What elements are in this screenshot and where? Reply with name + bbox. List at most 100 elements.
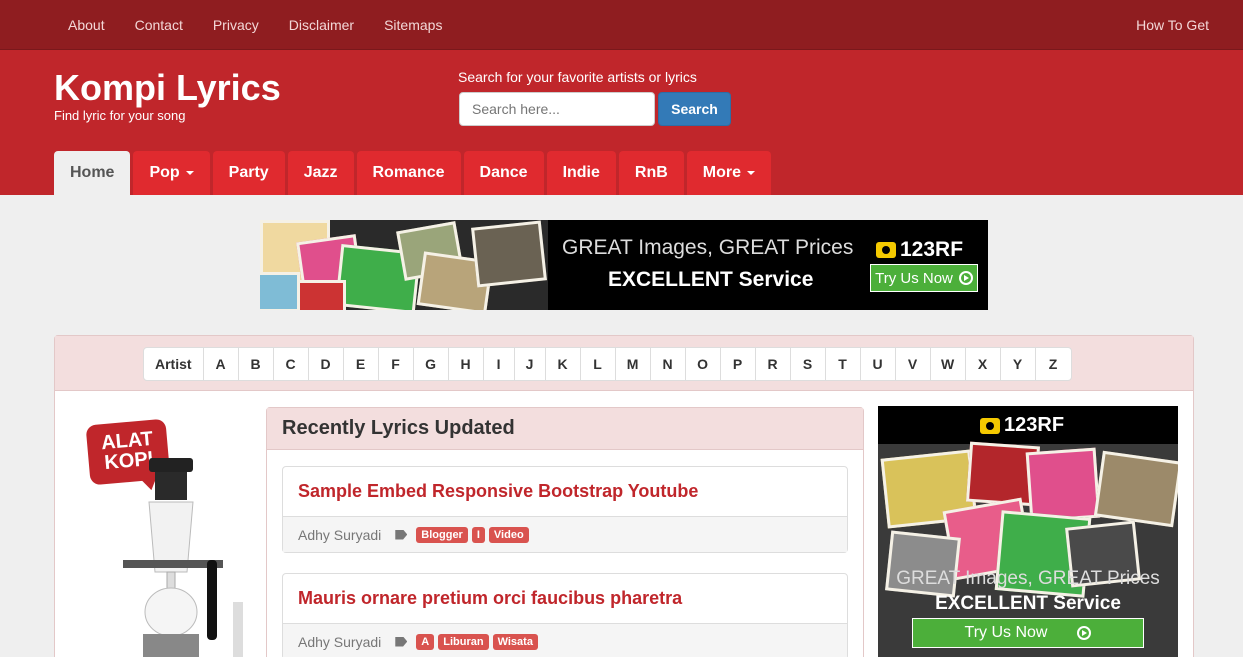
top-bar: About Contact Privacy Disclaimer Sitemap…: [0, 0, 1243, 50]
tags-icon: [395, 636, 408, 647]
alphabet-artist[interactable]: Artist: [144, 348, 204, 380]
menu-item-rnb[interactable]: RnB: [618, 151, 684, 195]
ad-line2: EXCELLENT Service: [935, 593, 1121, 614]
menu-item-label: Indie: [562, 164, 600, 181]
siphon-coffee-maker-image: [123, 458, 243, 657]
alphabet-letter[interactable]: D: [309, 348, 344, 380]
menu-item-label: RnB: [634, 164, 668, 181]
alphabet-letter[interactable]: J: [515, 348, 546, 380]
alphabet-letter[interactable]: G: [414, 348, 449, 380]
post-tag[interactable]: Liburan: [438, 633, 489, 650]
top-nav: About Contact Privacy Disclaimer Sitemap…: [53, 0, 457, 50]
top-right: How To Get: [1136, 0, 1209, 50]
caret-down-icon: [185, 171, 194, 175]
menu-item-label: Jazz: [303, 164, 338, 181]
post-title-link[interactable]: Mauris ornare pretium orci faucibus phar…: [283, 574, 847, 624]
brand-logo: 123RF: [980, 414, 1064, 437]
alphabet-letter[interactable]: S: [791, 348, 826, 380]
alphabet-letter[interactable]: W: [931, 348, 966, 380]
top-nav-about[interactable]: About: [53, 17, 120, 33]
brand-logo-text: 123RF: [1004, 414, 1065, 436]
alphabet-letter[interactable]: E: [344, 348, 379, 380]
alphabet-bar: Artist A B C D E F G H I J K L M N O P R…: [55, 336, 1193, 391]
cta-label: Try Us Now: [964, 624, 1048, 641]
try-us-now-button[interactable]: Try Us Now: [870, 264, 978, 292]
main-panel: Artist A B C D E F G H I J K L M N O P R…: [54, 335, 1194, 657]
alphabet-letter[interactable]: A: [204, 348, 239, 380]
alphabet-letter[interactable]: K: [546, 348, 581, 380]
brand-logo: 123RF: [876, 238, 963, 262]
cta-label: Try Us Now: [875, 269, 953, 287]
arrow-circle-icon: [958, 271, 973, 285]
menu-item-label: Romance: [372, 164, 445, 181]
alphabet-letter[interactable]: P: [721, 348, 756, 380]
site-title[interactable]: Kompi Lyrics: [54, 68, 281, 108]
ad-line1: GREAT Images, GREAT Prices: [896, 568, 1160, 589]
camera-icon: [980, 417, 1000, 434]
menu-item-label: Party: [228, 164, 269, 181]
main-menu: Home Pop Party Jazz Romance Dance Indie …: [54, 151, 774, 195]
menu-item-label: Dance: [479, 164, 528, 181]
side-ad-123rf[interactable]: 123RF GREAT Images, GREAT Prices EXCELLE…: [878, 406, 1178, 657]
alphabet-letter[interactable]: F: [379, 348, 414, 380]
post-tag[interactable]: Wisata: [492, 633, 538, 650]
menu-item-indie[interactable]: Indie: [546, 151, 616, 195]
menu-item-home[interactable]: Home: [54, 151, 131, 195]
post-tag[interactable]: A: [416, 633, 435, 650]
alphabet-letter[interactable]: N: [651, 348, 686, 380]
alphabet-letter[interactable]: M: [616, 348, 651, 380]
site-header: Kompi Lyrics Find lyric for your song Se…: [0, 50, 1243, 195]
menu-item-dance[interactable]: Dance: [463, 151, 544, 195]
top-nav-sitemaps[interactable]: Sitemaps: [369, 17, 457, 33]
recent-lyrics-panel: Recently Lyrics Updated Sample Embed Res…: [266, 407, 864, 657]
alphabet-letter[interactable]: B: [239, 348, 274, 380]
post-title-link[interactable]: Sample Embed Responsive Bootstrap Youtub…: [283, 467, 847, 517]
menu-item-more[interactable]: More: [686, 151, 772, 195]
menu-item-pop[interactable]: Pop: [133, 151, 210, 195]
alphabet-letter[interactable]: X: [966, 348, 1001, 380]
alphabet-letter[interactable]: L: [581, 348, 616, 380]
menu-item-label: Pop: [149, 164, 180, 181]
post-tag[interactable]: I: [471, 526, 485, 543]
post-tag[interactable]: Blogger: [416, 526, 468, 543]
post-card: Sample Embed Responsive Bootstrap Youtub…: [282, 466, 848, 553]
alphabet-letter[interactable]: Z: [1036, 348, 1071, 380]
menu-item-romance[interactable]: Romance: [356, 151, 461, 195]
banner-ad-line2: EXCELLENT Service: [608, 268, 814, 291]
side-ad-coffee[interactable]: ALAT KOPI: [83, 418, 243, 657]
banner-ad[interactable]: GREAT Images, GREAT Prices EXCELLENT Ser…: [260, 220, 988, 310]
post-author[interactable]: Adhy Suryadi: [298, 527, 381, 543]
alphabet-letter[interactable]: U: [861, 348, 896, 380]
alphabet-letter[interactable]: R: [756, 348, 791, 380]
banner-photo-collage: [260, 220, 548, 310]
top-nav-disclaimer[interactable]: Disclaimer: [274, 17, 369, 33]
menu-item-jazz[interactable]: Jazz: [287, 151, 354, 195]
alphabet-letter[interactable]: V: [896, 348, 931, 380]
post-card: Mauris ornare pretium orci faucibus phar…: [282, 573, 848, 657]
alphabet-letter[interactable]: C: [274, 348, 309, 380]
post-tag[interactable]: Video: [488, 526, 529, 543]
arrow-circle-icon: [1077, 626, 1092, 640]
alphabet-letter[interactable]: T: [826, 348, 861, 380]
caret-down-icon: [747, 171, 756, 175]
how-to-get-link[interactable]: How To Get: [1136, 17, 1209, 33]
alphabet-letter[interactable]: H: [449, 348, 484, 380]
camera-icon: [876, 242, 896, 259]
menu-item-label: Home: [70, 164, 115, 181]
banner-ad-line1: GREAT Images, GREAT Prices: [562, 236, 854, 259]
alphabet-letter[interactable]: O: [686, 348, 721, 380]
post-author[interactable]: Adhy Suryadi: [298, 634, 381, 650]
post-meta: Adhy Suryadi A Liburan Wisata: [283, 624, 847, 657]
menu-item-party[interactable]: Party: [212, 151, 285, 195]
try-us-now-button[interactable]: Try Us Now: [912, 618, 1144, 648]
alphabet-letter[interactable]: Y: [1001, 348, 1036, 380]
search-input[interactable]: [459, 92, 655, 126]
search-button[interactable]: Search: [658, 92, 731, 126]
post-meta: Adhy Suryadi Blogger I Video: [283, 517, 847, 552]
alphabet-letter[interactable]: I: [484, 348, 515, 380]
top-nav-privacy[interactable]: Privacy: [198, 17, 274, 33]
tags-icon: [395, 529, 408, 540]
alphabet-filter: Artist A B C D E F G H I J K L M N O P R…: [143, 347, 1072, 381]
search-label: Search for your favorite artists or lyri…: [458, 69, 697, 85]
top-nav-contact[interactable]: Contact: [120, 17, 198, 33]
